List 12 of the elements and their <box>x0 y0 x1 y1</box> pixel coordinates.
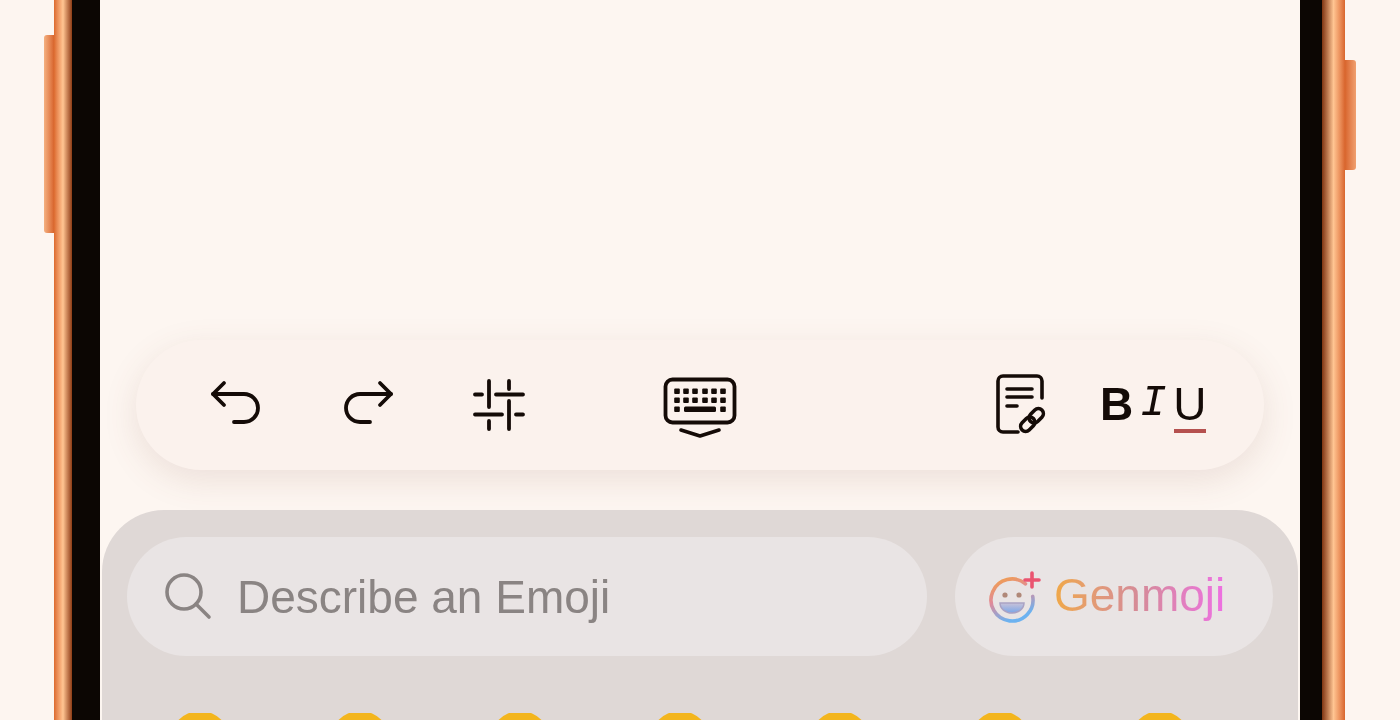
search-icon <box>164 572 212 620</box>
keyboard-button[interactable] <box>663 377 737 439</box>
search-field[interactable]: Describe an Emoji <box>127 537 927 656</box>
document-link-button[interactable] <box>996 374 1048 436</box>
document-link-icon <box>996 374 1048 436</box>
italic-button[interactable]: I <box>1137 381 1170 431</box>
smiley-plus-icon <box>988 569 1042 624</box>
underline-button[interactable]: U <box>1173 381 1207 433</box>
format-button[interactable] <box>473 379 525 431</box>
keyboard-icon <box>663 377 737 439</box>
grid-lines-icon <box>473 379 525 431</box>
bold-button[interactable]: B <box>1100 381 1134 433</box>
